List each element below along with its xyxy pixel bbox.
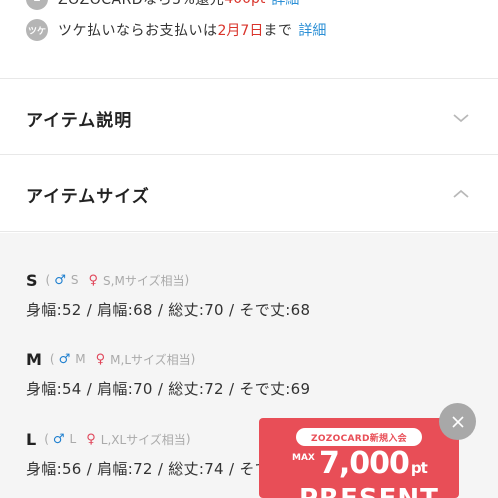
item-description-accordion[interactable]: アイテム説明 — [0, 78, 498, 154]
zozocard-promo-row: Z ZOZOCARDなら5%還元 400pt 詳細 — [26, 0, 299, 10]
size-entry-s: S ( ♂ S ♀ S,Mサイズ相当 ) 身幅:52 / 肩幅:68 / 総丈:… — [26, 270, 310, 320]
male-icon: ♂ — [54, 272, 66, 288]
size-measurements: 身幅:56 / 肩幅:72 / 総丈:74 / そで — [26, 460, 270, 478]
close-icon — [451, 415, 464, 428]
banner-max-label: MAX — [292, 453, 315, 463]
tsuke-detail-link[interactable]: 詳細 — [298, 20, 326, 40]
zozocard-promo-text: ZOZOCARDなら5%還元 — [58, 0, 225, 8]
tsuke-promo-text-after: まで — [263, 23, 293, 39]
size-measurements: 身幅:52 / 肩幅:68 / 総丈:70 / そで丈:68 — [26, 301, 311, 319]
zozocard-icon: Z — [26, 0, 48, 10]
chevron-down-icon — [453, 114, 469, 123]
female-icon: ♀ — [88, 272, 99, 288]
size-label: M — [26, 349, 42, 369]
size-measurements: 身幅:54 / 肩幅:70 / 総丈:72 / そで丈:69 — [26, 380, 311, 398]
payment-promos: Z ZOZOCARDなら5%還元 400pt 詳細 ツケ ツケ払いならお支払いは… — [0, 0, 498, 78]
male-size: L — [69, 432, 77, 446]
male-icon: ♂ — [52, 431, 65, 447]
banner-points: 7,000 pt — [319, 446, 428, 481]
tsuke-promo-row: ツケ ツケ払いならお支払いは 2月7日 まで 詳細 — [26, 19, 326, 41]
size-equivalents: ( ♂ M ♀ M,Lサイズ相当 ) — [49, 351, 196, 367]
banner-tag: ZOZOCARD新規入会 — [296, 428, 422, 446]
item-size-title: アイテムサイズ — [26, 187, 150, 207]
size-equivalents: ( ♂ S ♀ S,Mサイズ相当 ) — [45, 272, 190, 288]
female-size: M,Lサイズ相当 — [110, 352, 191, 367]
size-entry-m: M ( ♂ M ♀ M,Lサイズ相当 ) 身幅:54 / 肩幅:70 / 総丈:… — [26, 349, 310, 399]
zozocard-campaign-banner[interactable]: ZOZOCARD新規入会 MAX 7,000pt PRESENT — [259, 418, 459, 498]
tsuke-promo-text: ツケ払いならお支払いは — [58, 23, 218, 39]
banner-close-button[interactable] — [439, 403, 476, 440]
zozocard-detail-link[interactable]: 詳細 — [271, 0, 299, 9]
male-icon: ♂ — [58, 351, 71, 367]
tsuke-promo-date: 2月7日 — [217, 23, 264, 39]
item-description-title: アイテム説明 — [26, 111, 133, 131]
size-label: S — [26, 270, 38, 290]
size-label: L — [26, 429, 37, 449]
female-icon: ♀ — [86, 431, 96, 447]
male-size: S — [70, 273, 79, 287]
female-size: S,Mサイズ相当 — [103, 273, 185, 288]
tsuke-icon: ツケ — [26, 19, 48, 41]
female-size: L,XLサイズ相当 — [100, 432, 186, 447]
item-size-accordion[interactable]: アイテムサイズ — [0, 154, 498, 232]
male-size: M — [75, 352, 86, 366]
zozocard-promo-points: 400pt — [224, 0, 265, 7]
size-equivalents: ( ♂ L ♀ L,XLサイズ相当 ) — [44, 431, 191, 447]
female-icon: ♀ — [95, 351, 106, 367]
banner-present-text: PRESENT — [299, 484, 439, 498]
size-entry-l: L ( ♂ L ♀ L,XLサイズ相当 ) 身幅:56 / 肩幅:72 / 総丈… — [26, 429, 270, 479]
chevron-up-icon — [453, 189, 469, 198]
